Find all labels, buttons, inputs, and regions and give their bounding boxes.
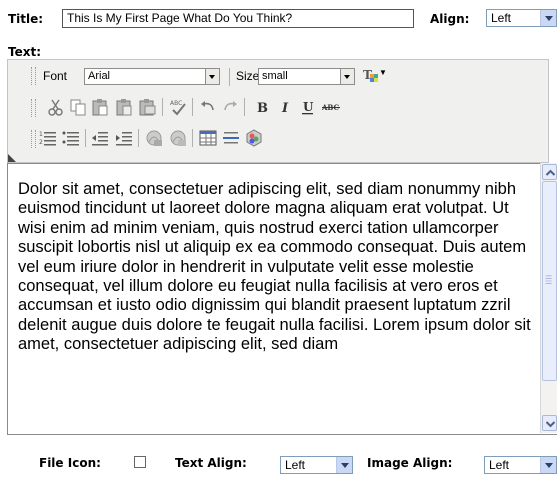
chevron-down-icon[interactable] xyxy=(340,69,354,84)
editor-area[interactable]: Dolor sit amet, consectetuer adipiscing … xyxy=(7,163,557,435)
undo-icon[interactable] xyxy=(198,97,218,117)
editor-scrollbar[interactable] xyxy=(540,163,557,433)
link-icon[interactable] xyxy=(144,128,164,148)
editor-toolbar: Font Arial Size small T ▼ ABC B I U ABC … xyxy=(7,59,549,163)
resize-corner-icon[interactable] xyxy=(8,154,16,162)
paste-word-icon[interactable] xyxy=(137,97,157,117)
title-label: Title: xyxy=(8,12,44,26)
toolbar-separator xyxy=(162,98,163,116)
text-label: Text: xyxy=(8,45,42,59)
chevron-down-icon[interactable] xyxy=(205,69,219,84)
cut-icon[interactable] xyxy=(46,97,66,117)
svg-text:1: 1 xyxy=(39,131,43,138)
toolbar-grip[interactable] xyxy=(31,67,36,85)
title-input[interactable]: This Is My First Page What Do You Think? xyxy=(62,9,414,28)
spellcheck-icon[interactable]: ABC xyxy=(168,97,188,117)
size-select[interactable]: small xyxy=(258,68,355,85)
redo-icon[interactable] xyxy=(220,97,240,117)
scroll-up-button[interactable] xyxy=(542,164,557,180)
chevron-down-icon[interactable] xyxy=(540,457,556,473)
size-label: Size xyxy=(236,69,260,83)
text-align-select[interactable]: Left xyxy=(280,456,353,474)
text-align-select-value: Left xyxy=(285,458,306,472)
text-align-label: Text Align: xyxy=(175,456,247,470)
underline-icon[interactable]: U xyxy=(298,97,318,117)
svg-text:I: I xyxy=(281,101,289,116)
editor-content[interactable]: Dolor sit amet, consectetuer adipiscing … xyxy=(18,180,532,355)
ordered-list-icon[interactable]: 12 xyxy=(38,128,58,148)
svg-text:B: B xyxy=(257,101,268,116)
toolbar-separator xyxy=(192,98,193,116)
paste-text-icon[interactable] xyxy=(114,97,134,117)
unlink-icon[interactable] xyxy=(168,128,188,148)
font-select-value: Arial xyxy=(88,70,111,82)
text-color-icon[interactable]: T xyxy=(360,66,380,86)
toolbar-grip[interactable] xyxy=(31,99,36,117)
svg-text:U: U xyxy=(303,100,314,114)
indent-icon[interactable] xyxy=(114,128,134,148)
toolbar-grip[interactable] xyxy=(31,130,36,148)
image-align-select-value: Left xyxy=(489,458,510,472)
toolbar-separator xyxy=(192,129,193,147)
outdent-icon[interactable] xyxy=(90,128,110,148)
paste-icon[interactable] xyxy=(90,97,110,117)
toolbar-separator xyxy=(244,98,245,116)
bold-icon[interactable]: B xyxy=(252,97,272,117)
toolbar-separator xyxy=(229,68,230,86)
align-select-value: Left xyxy=(491,11,512,25)
align-label: Align: xyxy=(430,12,470,26)
horizontal-rule-icon[interactable] xyxy=(221,128,241,148)
svg-text:ABC: ABC xyxy=(170,100,182,107)
copy-icon[interactable] xyxy=(68,97,88,117)
chevron-down-icon[interactable] xyxy=(336,457,352,473)
chevron-down-icon[interactable] xyxy=(540,10,556,26)
file-icon-checkbox[interactable] xyxy=(134,456,146,468)
scroll-down-button[interactable] xyxy=(542,415,557,431)
font-select[interactable]: Arial xyxy=(84,68,220,85)
svg-text:2: 2 xyxy=(39,139,43,146)
unordered-list-icon[interactable] xyxy=(61,128,81,148)
size-select-value: small xyxy=(262,70,288,82)
align-select[interactable]: Left xyxy=(486,9,557,27)
toolbar-separator xyxy=(138,129,139,147)
chevron-down-icon[interactable]: ▼ xyxy=(379,68,387,77)
scroll-thumb[interactable] xyxy=(542,181,557,381)
table-icon[interactable] xyxy=(198,128,218,148)
toolbar-separator xyxy=(85,129,86,147)
image-icon[interactable] xyxy=(244,128,264,148)
image-align-label: Image Align: xyxy=(367,456,453,470)
file-icon-label: File Icon: xyxy=(39,456,101,470)
italic-icon[interactable]: I xyxy=(276,97,296,117)
font-label: Font xyxy=(43,69,68,83)
strikethrough-icon[interactable]: ABC xyxy=(321,97,341,117)
image-align-select[interactable]: Left xyxy=(484,456,557,474)
